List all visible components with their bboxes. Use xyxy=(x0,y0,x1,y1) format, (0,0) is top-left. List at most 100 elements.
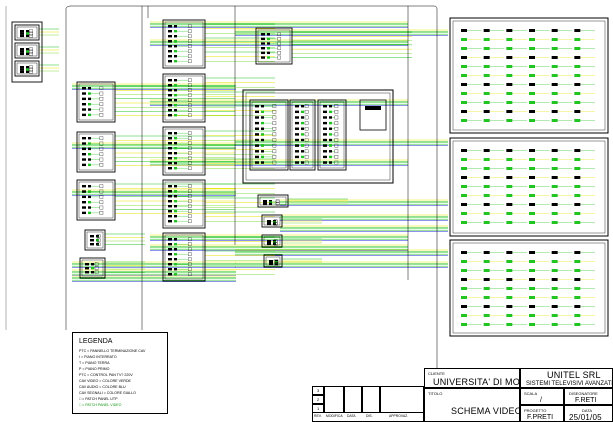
device-block xyxy=(506,74,513,77)
device-block xyxy=(323,155,327,159)
device-block xyxy=(461,38,467,41)
device-block xyxy=(277,46,281,50)
device-block xyxy=(483,29,490,32)
device-block xyxy=(20,70,24,74)
device-block xyxy=(168,152,172,155)
device-block xyxy=(483,296,490,299)
device-block xyxy=(99,102,104,106)
device-block xyxy=(551,314,558,317)
device-block xyxy=(529,65,535,68)
device-block xyxy=(483,287,490,290)
device-block xyxy=(574,65,581,68)
device-block xyxy=(461,287,467,290)
device-block xyxy=(295,110,299,114)
device-block xyxy=(483,269,490,272)
device-block xyxy=(99,205,104,210)
device-block xyxy=(323,116,327,119)
device-block xyxy=(261,116,264,119)
device-block xyxy=(461,278,467,281)
device-block xyxy=(483,305,490,308)
device-block xyxy=(174,99,177,102)
device-block xyxy=(174,200,177,203)
device-block xyxy=(323,110,327,114)
device-block xyxy=(82,147,86,151)
device-block xyxy=(551,260,558,263)
cliente-label: CLIENTE xyxy=(428,371,445,376)
device-block xyxy=(168,89,172,92)
device-block xyxy=(174,137,177,140)
device-block xyxy=(574,47,581,50)
device-block xyxy=(88,185,91,188)
device-block xyxy=(329,144,332,147)
device-block xyxy=(168,94,172,97)
device-block xyxy=(323,161,327,164)
device-block xyxy=(174,238,177,241)
device-block xyxy=(506,278,513,281)
disegnatore-value: F.RETI xyxy=(575,397,597,404)
device-block xyxy=(506,203,513,206)
device-block xyxy=(168,253,172,256)
device-block xyxy=(506,47,513,50)
device-block xyxy=(82,163,86,167)
device-block xyxy=(529,194,535,197)
device-block xyxy=(551,47,558,50)
device-block xyxy=(529,101,535,104)
device-block xyxy=(506,323,513,326)
device-block xyxy=(574,212,581,215)
device-block xyxy=(461,296,467,299)
device-block xyxy=(261,155,264,159)
device-block xyxy=(88,158,91,161)
device-block xyxy=(29,34,33,38)
device-block xyxy=(574,278,581,281)
device-block xyxy=(188,136,192,140)
device-block xyxy=(551,65,558,68)
device-block xyxy=(188,166,192,170)
device-block xyxy=(295,133,299,136)
device-block xyxy=(529,269,535,272)
device-block xyxy=(188,194,192,198)
device-block xyxy=(82,190,86,193)
device-block xyxy=(506,296,513,299)
legend-row: □ = PATCH PANEL VIDEO xyxy=(79,403,122,407)
central-module xyxy=(359,99,387,131)
device-block xyxy=(168,200,172,203)
device-block xyxy=(99,107,104,112)
rev-header: DATA xyxy=(347,414,356,418)
device-block xyxy=(29,70,33,74)
device-block xyxy=(88,92,91,95)
data-value: 25/01/05 xyxy=(569,413,602,422)
device-block xyxy=(551,203,558,206)
device-block xyxy=(174,220,177,223)
progetto-cell: PROGETTO F.PRETI xyxy=(520,405,564,422)
device-block xyxy=(174,89,177,92)
device-block xyxy=(168,190,172,193)
device-block xyxy=(82,97,86,101)
device-block xyxy=(174,142,177,145)
device-block xyxy=(574,323,581,326)
scala-cell: SCALA / xyxy=(520,388,564,405)
titolo-value: SCHEMA VIDEO xyxy=(451,406,522,416)
device-block xyxy=(174,263,177,266)
device-block xyxy=(329,150,332,153)
device-block xyxy=(88,206,91,209)
device-block xyxy=(529,323,535,326)
device-block xyxy=(295,138,299,142)
device-block xyxy=(574,194,581,197)
device-block xyxy=(94,262,99,266)
device-block xyxy=(461,56,467,59)
device-block xyxy=(301,121,304,125)
device-block xyxy=(529,167,535,170)
device-block xyxy=(26,70,29,74)
device-block xyxy=(168,25,172,28)
device-block xyxy=(551,149,558,152)
device-block xyxy=(329,127,332,130)
device-block xyxy=(99,136,104,140)
device-block xyxy=(483,110,490,113)
rack-inner-frame xyxy=(164,181,204,227)
device-block xyxy=(188,252,192,256)
device-block xyxy=(88,201,91,204)
device-block xyxy=(168,114,172,117)
device-block xyxy=(301,116,304,119)
device-block xyxy=(506,287,513,290)
device-block xyxy=(461,221,467,224)
